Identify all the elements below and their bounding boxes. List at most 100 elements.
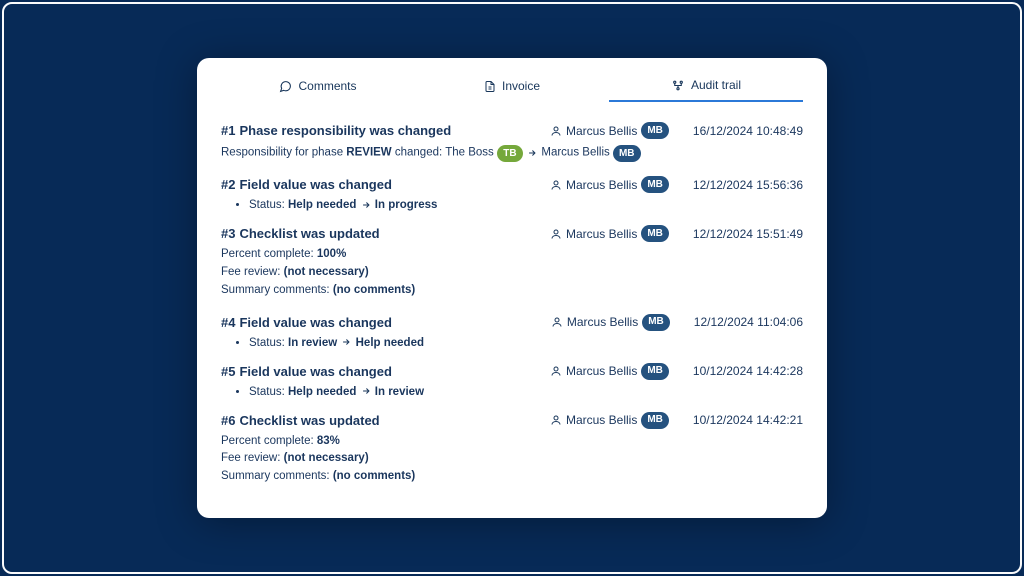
entry-detail: Percent complete: 100% Fee review: (not …: [221, 246, 803, 299]
entry-datetime: 12/12/2024 15:56:36: [693, 178, 803, 192]
user-initials-badge: MB: [641, 412, 669, 429]
audit-card: Comments Invoice Audit trail #1 Phase re…: [197, 58, 827, 518]
checklist-summary-row: Summary comments: (no comments): [221, 282, 803, 300]
entry-title-text: Field value was changed: [239, 364, 391, 379]
audit-entry: #4 Field value was changed Marcus Bellis…: [221, 310, 803, 359]
status-from: In review: [288, 337, 337, 349]
status-label: Status:: [249, 337, 288, 349]
audit-entry-header: #4 Field value was changed Marcus Bellis…: [221, 314, 803, 331]
tab-bar: Comments Invoice Audit trail: [221, 76, 803, 102]
user-icon: [550, 414, 562, 426]
entry-index: #1: [221, 123, 235, 138]
to-initials-badge: MB: [613, 145, 641, 162]
audit-entry: #5 Field value was changed Marcus Bellis…: [221, 359, 803, 408]
entry-title-text: Phase responsibility was changed: [239, 123, 451, 138]
tab-comments[interactable]: Comments: [221, 77, 415, 101]
summary-value: (no comments): [333, 470, 415, 482]
tab-comments-label: Comments: [298, 79, 356, 93]
entry-meta: Marcus Bellis MB 16/12/2024 10:48:49: [550, 122, 803, 139]
entry-detail: Status: Help needed In review: [221, 386, 803, 398]
entry-datetime: 16/12/2024 10:48:49: [693, 124, 803, 138]
entry-title: #1 Phase responsibility was changed: [221, 123, 451, 138]
entry-user: Marcus Bellis: [567, 315, 638, 329]
detail-lead: Responsibility for phase: [221, 147, 346, 159]
percent-value: 100%: [317, 248, 346, 260]
entry-meta: Marcus Bellis MB 12/12/2024 15:51:49: [550, 225, 803, 242]
user-initials-badge: MB: [642, 314, 670, 331]
status-change-row: Status: In review Help needed: [249, 337, 803, 349]
detail-from-name: The Boss: [445, 147, 494, 159]
status-label: Status:: [249, 386, 288, 398]
audit-entry-header: #3 Checklist was updated Marcus Bellis M…: [221, 225, 803, 242]
entry-detail: Percent complete: 83% Fee review: (not n…: [221, 433, 803, 486]
from-initials-badge: TB: [497, 145, 523, 162]
summary-label: Summary comments:: [221, 470, 333, 482]
detail-phase: REVIEW: [346, 147, 391, 159]
entry-datetime: 10/12/2024 14:42:28: [693, 364, 803, 378]
entry-title-text: Checklist was updated: [239, 226, 379, 241]
entry-meta: Marcus Bellis MB 10/12/2024 14:42:21: [550, 412, 803, 429]
status-label: Status:: [249, 199, 288, 211]
fee-label: Fee review:: [221, 452, 284, 464]
status-to: In progress: [375, 199, 438, 211]
tab-invoice-label: Invoice: [502, 79, 540, 93]
entry-user: Marcus Bellis: [566, 178, 637, 192]
percent-value: 83%: [317, 435, 340, 447]
entry-detail: Status: Help needed In progress: [221, 199, 803, 211]
status-change-row: Status: Help needed In review: [249, 386, 803, 398]
comments-icon: [279, 80, 292, 93]
entry-title-text: Field value was changed: [239, 177, 391, 192]
percent-label: Percent complete:: [221, 248, 317, 260]
entry-user: Marcus Bellis: [566, 124, 637, 138]
entry-index: #3: [221, 226, 235, 241]
entry-detail: Responsibility for phase REVIEW changed:…: [221, 145, 803, 162]
audit-entry-header: #5 Field value was changed Marcus Bellis…: [221, 363, 803, 380]
entry-detail: Status: In review Help needed: [221, 337, 803, 349]
status-from: Help needed: [288, 386, 356, 398]
entry-datetime: 12/12/2024 15:51:49: [693, 227, 803, 241]
entry-index: #4: [221, 315, 235, 330]
entry-user: Marcus Bellis: [566, 413, 637, 427]
entry-user: Marcus Bellis: [566, 364, 637, 378]
user-initials-badge: MB: [641, 122, 669, 139]
entry-index: #2: [221, 177, 235, 192]
entry-index: #5: [221, 364, 235, 379]
entry-title: #3 Checklist was updated: [221, 226, 380, 241]
tab-invoice[interactable]: Invoice: [415, 77, 609, 101]
user-initials-badge: MB: [641, 225, 669, 242]
percent-label: Percent complete:: [221, 435, 317, 447]
audit-icon: [671, 79, 685, 92]
user-initials-badge: MB: [641, 363, 669, 380]
audit-entry-header: #2 Field value was changed Marcus Bellis…: [221, 176, 803, 193]
entry-index: #6: [221, 413, 235, 428]
tab-audit-label: Audit trail: [691, 78, 741, 92]
status-from: Help needed: [288, 199, 356, 211]
checklist-summary-row: Summary comments: (no comments): [221, 468, 803, 486]
status-to: Help needed: [356, 337, 424, 349]
user-initials-badge: MB: [641, 176, 669, 193]
entry-title-text: Field value was changed: [239, 315, 391, 330]
entry-title: #2 Field value was changed: [221, 177, 392, 192]
entry-user: Marcus Bellis: [566, 227, 637, 241]
checklist-fee-row: Fee review: (not necessary): [221, 264, 803, 282]
invoice-icon: [484, 80, 496, 93]
entry-datetime: 10/12/2024 14:42:21: [693, 413, 803, 427]
audit-entry: #1 Phase responsibility was changed Marc…: [221, 116, 803, 172]
audit-entry: #6 Checklist was updated Marcus Bellis M…: [221, 408, 803, 496]
summary-label: Summary comments:: [221, 284, 333, 296]
audit-entry: #3 Checklist was updated Marcus Bellis M…: [221, 221, 803, 309]
status-to: In review: [375, 386, 424, 398]
arrow-right-icon: [526, 148, 538, 158]
user-icon: [550, 125, 562, 137]
checklist-percent-row: Percent complete: 83%: [221, 433, 803, 451]
audit-entry-header: #6 Checklist was updated Marcus Bellis M…: [221, 412, 803, 429]
entry-meta: Marcus Bellis MB 10/12/2024 14:42:28: [550, 363, 803, 380]
arrow-right-icon: [360, 386, 372, 396]
entry-title: #4 Field value was changed: [221, 315, 392, 330]
checklist-fee-row: Fee review: (not necessary): [221, 450, 803, 468]
status-change-row: Status: Help needed In progress: [249, 199, 803, 211]
checklist-percent-row: Percent complete: 100%: [221, 246, 803, 264]
entry-meta: Marcus Bellis MB 12/12/2024 11:04:06: [551, 314, 803, 331]
tab-audit-trail[interactable]: Audit trail: [609, 76, 803, 102]
audit-entry: #2 Field value was changed Marcus Bellis…: [221, 172, 803, 221]
